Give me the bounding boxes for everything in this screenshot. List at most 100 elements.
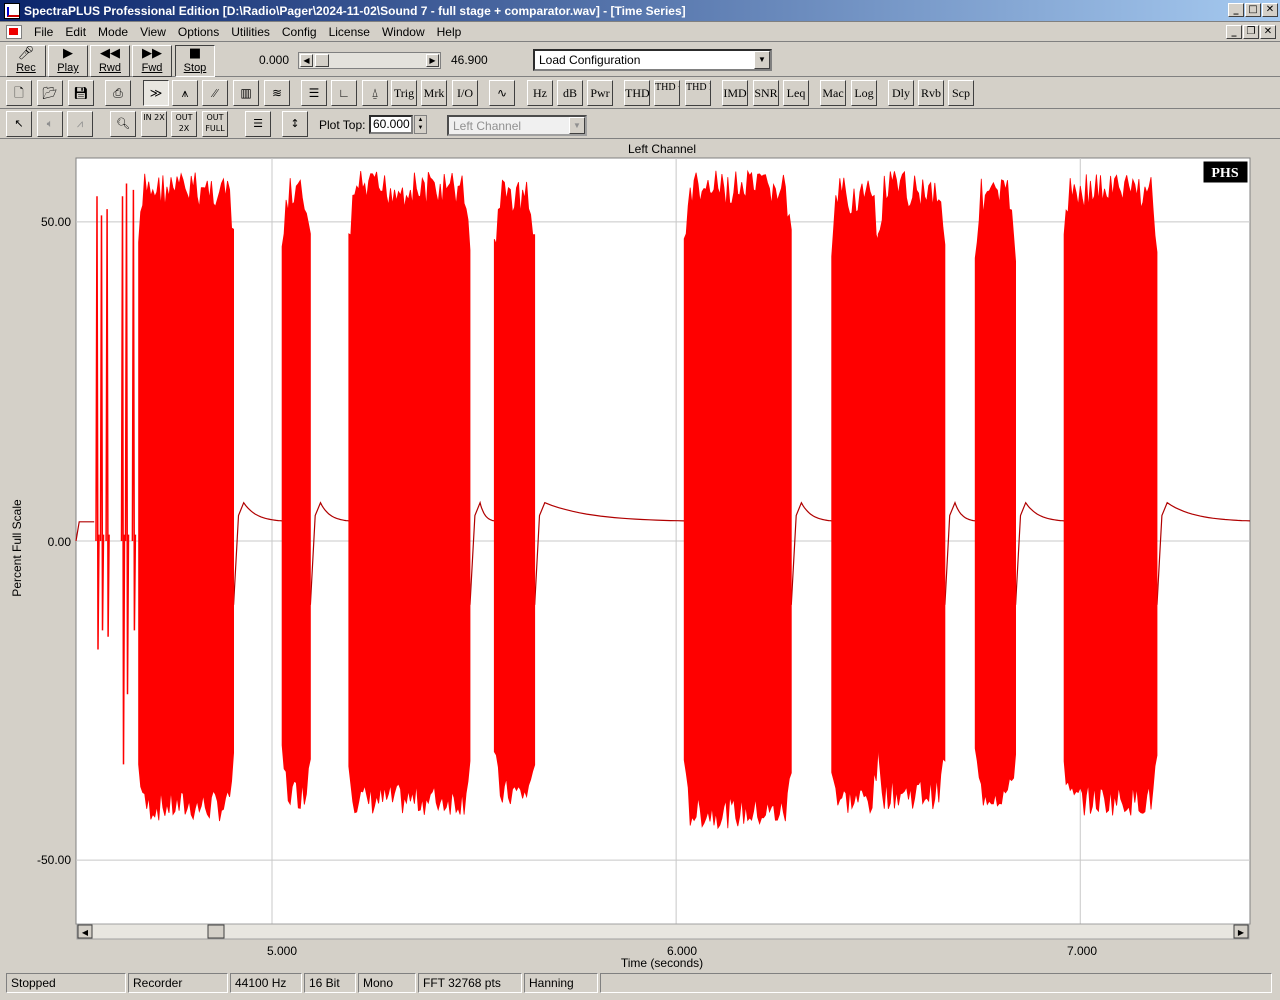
- menu-edit[interactable]: Edit: [59, 25, 92, 39]
- app-icon[interactable]: [4, 2, 20, 19]
- zoom-full-button[interactable]: OUT FULL: [202, 111, 228, 137]
- slider-thumb[interactable]: [315, 54, 329, 67]
- frequency-button[interactable]: Hz: [527, 80, 553, 106]
- save-file-button[interactable]: 💾︎: [68, 80, 94, 106]
- minimize-button[interactable]: _: [1228, 3, 1244, 17]
- plot-area: Left Channel 50.00 0.00 -50.00 5.000 6.0…: [0, 139, 1280, 970]
- signal-burst: [831, 177, 879, 814]
- reverb-button[interactable]: Rvb: [918, 80, 944, 106]
- plot-top-spinner[interactable]: ▲ ▼: [414, 115, 427, 134]
- open-file-button[interactable]: 📂︎: [37, 80, 63, 106]
- zoom-button[interactable]: 🔍︎: [110, 111, 136, 137]
- chevron-down-icon[interactable]: ▼: [569, 117, 585, 134]
- x-tick-label: 7.000: [1067, 944, 1097, 958]
- phase-button[interactable]: ∕∕: [202, 80, 228, 106]
- log-button[interactable]: Log: [851, 80, 877, 106]
- delay-button[interactable]: Dly: [888, 80, 914, 106]
- menu-help[interactable]: Help: [431, 25, 468, 39]
- channel-select[interactable]: Left Channel ▼: [447, 115, 587, 136]
- doc-minimize-button[interactable]: _: [1226, 25, 1242, 39]
- zoom-in-button[interactable]: IN 2X: [141, 111, 167, 137]
- menu-file[interactable]: File: [28, 25, 59, 39]
- decibel-button[interactable]: dB: [557, 80, 583, 106]
- autoscale-button[interactable]: ↕: [282, 111, 308, 137]
- fast-forward-icon: ▶▶: [142, 46, 162, 61]
- signal-generator-button[interactable]: ∿: [489, 80, 515, 106]
- speaker-button[interactable]: 🔈︎: [37, 111, 63, 137]
- scroll-thumb[interactable]: [207, 924, 225, 939]
- rewind-icon: ◀◀: [100, 46, 120, 61]
- thd-freq-button[interactable]: THD Freq: [685, 80, 711, 106]
- macro-button[interactable]: Mac: [820, 80, 846, 106]
- x-axis-label: Time (seconds): [621, 956, 703, 970]
- thd-n-button[interactable]: THD +N: [654, 80, 680, 106]
- doc-restore-button[interactable]: ❐: [1243, 25, 1259, 39]
- slider-right-arrow[interactable]: ▶: [426, 54, 439, 67]
- slider-left-arrow[interactable]: ◀: [300, 54, 313, 67]
- menu-config[interactable]: Config: [276, 25, 323, 39]
- x-tick-label: 5.000: [267, 944, 297, 958]
- menu-window[interactable]: Window: [376, 25, 431, 39]
- 3d-surface-button[interactable]: ≋: [264, 80, 290, 106]
- menu-bar: File Edit Mode View Options Utilities Co…: [0, 22, 1280, 42]
- menu-view[interactable]: View: [134, 25, 172, 39]
- load-configuration-dropdown[interactable]: Load Configuration ▼: [533, 49, 772, 71]
- window-title: SpectraPLUS Professional Edition [D:\Rad…: [24, 3, 686, 18]
- view-settings-button[interactable]: ☰: [301, 80, 327, 106]
- print-button[interactable]: ⎙: [105, 80, 131, 106]
- menu-mode[interactable]: Mode: [92, 25, 134, 39]
- calibration-icon: ⍙: [371, 86, 379, 100]
- peak-icon: ⩘: [76, 117, 84, 130]
- phs-logo-text: PHS: [1211, 166, 1238, 181]
- time-series-plot[interactable]: Left Channel 50.00 0.00 -50.00 5.000 6.0…: [0, 139, 1280, 970]
- y-tick-label: -50.00: [37, 853, 71, 867]
- time-series-button[interactable]: ≫: [143, 80, 169, 106]
- scope-button[interactable]: Scp: [948, 80, 974, 106]
- new-file-button[interactable]: 🗋: [6, 80, 32, 106]
- trigger-button[interactable]: Trig: [391, 80, 417, 106]
- play-button[interactable]: ▶ Play: [48, 45, 88, 77]
- peak-button[interactable]: ⩘: [67, 111, 93, 137]
- plot-title: Left Channel: [628, 142, 696, 156]
- thd-button[interactable]: THD: [624, 80, 650, 106]
- rewind-button[interactable]: ◀◀ Rwd: [90, 45, 130, 77]
- signal-burst: [493, 179, 536, 805]
- menu-utilities[interactable]: Utilities: [225, 25, 276, 39]
- menu-license[interactable]: License: [323, 25, 376, 39]
- chevron-right-icon: ▶: [1238, 928, 1245, 937]
- maximize-button[interactable]: □: [1245, 3, 1261, 17]
- marker-button[interactable]: Mrk: [421, 80, 447, 106]
- fast-forward-button[interactable]: ▶▶ Fwd: [132, 45, 172, 77]
- horizontal-scrollbar[interactable]: [76, 923, 1250, 940]
- list-icon: ☰: [308, 86, 320, 100]
- arrow-cursor-icon: ↖: [14, 117, 24, 130]
- sine-wave-icon: ∿: [496, 86, 508, 100]
- axis-settings-button[interactable]: ∟: [331, 80, 357, 106]
- close-button[interactable]: ✕: [1262, 3, 1278, 17]
- spectrum-button[interactable]: ⩚: [172, 80, 198, 106]
- position-slider[interactable]: ◀ ▶: [298, 52, 441, 69]
- chevron-down-icon[interactable]: ▼: [754, 51, 770, 69]
- status-mode: Recorder: [128, 973, 228, 993]
- menu-options[interactable]: Options: [172, 25, 225, 39]
- io-button[interactable]: I/O: [452, 80, 478, 106]
- snr-button[interactable]: SNR: [753, 80, 779, 106]
- plot-top-input[interactable]: 60.000: [369, 115, 413, 134]
- stop-button[interactable]: ■ Stop: [175, 45, 215, 77]
- power-button[interactable]: Pwr: [587, 80, 613, 106]
- spectrogram-icon: ▥: [240, 86, 252, 100]
- doc-close-button[interactable]: ✕: [1260, 25, 1276, 39]
- y-tick-label: 0.00: [48, 535, 72, 549]
- plot-settings-button[interactable]: ☰: [245, 111, 271, 137]
- spectrogram-button[interactable]: ▥: [233, 80, 259, 106]
- document-icon[interactable]: [6, 24, 22, 39]
- signal-burst: [877, 170, 946, 810]
- status-channels: Mono: [358, 973, 416, 993]
- record-button[interactable]: 🎤︎ Rec: [6, 45, 46, 77]
- calibration-button[interactable]: ⍙: [362, 80, 388, 106]
- zoom-out-button[interactable]: OUT 2X: [171, 111, 197, 137]
- position-end: 46.900: [451, 53, 488, 67]
- imd-button[interactable]: IMD: [722, 80, 748, 106]
- leq-button[interactable]: Leq: [783, 80, 809, 106]
- cursor-button[interactable]: ↖: [6, 111, 32, 137]
